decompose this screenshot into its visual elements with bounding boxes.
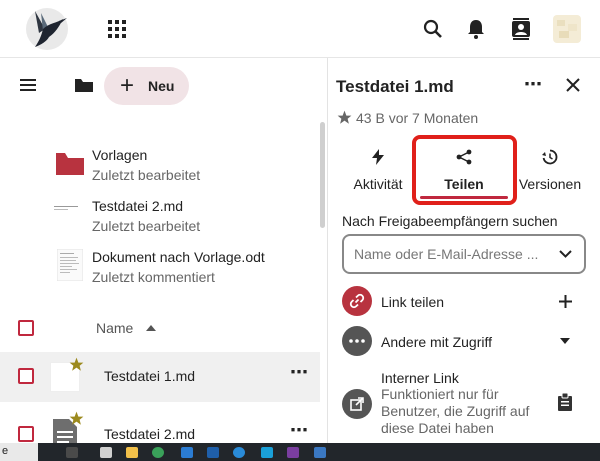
file-actions-icon[interactable]: ⋯ — [290, 420, 309, 441]
star-icon[interactable] — [68, 410, 84, 426]
row-checkbox[interactable] — [18, 426, 34, 442]
history-icon — [541, 148, 559, 166]
tab-versions[interactable]: Versionen — [510, 144, 590, 204]
template-subtitle: Zuletzt bearbeitet — [92, 218, 201, 234]
template-name[interactable]: Vorlagen — [92, 147, 147, 163]
taskbar-search-text: e — [2, 445, 9, 457]
plus-icon: + — [120, 72, 135, 99]
internal-link-description: diese Datei haben — [381, 420, 494, 436]
outlook-taskbar-icon[interactable] — [207, 447, 219, 458]
hummingbird-logo-icon[interactable] — [24, 6, 70, 52]
sort-ascending-icon[interactable] — [146, 324, 156, 332]
app-taskbar-icon[interactable] — [314, 447, 326, 458]
share-search-label: Nach Freigabeempfängern suchen — [342, 213, 558, 229]
template-name[interactable]: Dokument nach Vorlage.odt — [92, 249, 265, 265]
highlight-box — [412, 135, 517, 205]
templates-folder-icon — [56, 152, 84, 176]
browser-taskbar-icon[interactable] — [152, 447, 164, 458]
others-with-access-label[interactable]: Andere mit Zugriff — [381, 334, 492, 350]
file-name[interactable]: Testdatei 2.md — [104, 426, 195, 442]
select-all-checkbox[interactable] — [18, 320, 34, 336]
name-column-header[interactable]: Name — [96, 320, 133, 336]
close-icon[interactable] — [564, 76, 582, 94]
internal-link-description: Funktioniert nur für — [381, 386, 499, 402]
caret-down-icon[interactable] — [560, 338, 570, 344]
table-row[interactable]: Testdatei 2.md ⋯ — [0, 404, 320, 443]
bell-icon[interactable] — [465, 18, 487, 40]
template-name[interactable]: Testdatei 2.md — [92, 198, 183, 214]
file-meta: 43 B vor 7 Monaten — [356, 110, 479, 126]
folder-icon[interactable] — [74, 76, 94, 94]
hamburger-menu-icon[interactable] — [18, 76, 38, 94]
scrollbar[interactable] — [320, 122, 325, 228]
text-file-icon — [52, 198, 84, 222]
new-button-label: Neu — [148, 78, 175, 94]
internal-link-description: Benutzer, die Zugriff auf — [381, 403, 530, 419]
template-subtitle: Zuletzt kommentiert — [92, 269, 215, 285]
share-search-field[interactable] — [342, 234, 586, 274]
chevron-down-icon[interactable] — [558, 248, 572, 260]
apps-grid-icon[interactable] — [106, 18, 128, 40]
tab-label: Aktivität — [353, 176, 403, 192]
link-icon — [342, 286, 372, 316]
search-icon[interactable] — [422, 18, 444, 40]
new-button[interactable]: + Neu — [104, 67, 189, 105]
onenote-taskbar-icon[interactable] — [287, 447, 299, 458]
taskbar-app-icon[interactable] — [100, 447, 112, 458]
file-name[interactable]: Testdatei 1.md — [104, 368, 195, 384]
table-row[interactable]: Testdatei 1.md ⋯ — [0, 352, 320, 402]
details-sidebar: Testdatei 1.md ⋯ 43 B vor 7 Monaten Akti… — [328, 58, 600, 443]
template-subtitle: Zuletzt bearbeitet — [92, 167, 201, 183]
taskbar-app-icon[interactable] — [66, 447, 78, 458]
app-header — [0, 0, 600, 58]
tab-activity[interactable]: Aktivität — [338, 144, 418, 204]
skype-taskbar-icon[interactable] — [261, 447, 273, 458]
row-checkbox[interactable] — [18, 368, 34, 384]
more-dots-icon — [342, 326, 372, 356]
copy-to-clipboard-icon[interactable] — [556, 392, 574, 412]
file-actions-icon[interactable]: ⋯ — [290, 362, 309, 383]
share-search-input[interactable] — [354, 244, 549, 264]
taskbar-search-box[interactable]: e — [0, 443, 38, 461]
favorite-star-icon[interactable] — [336, 109, 352, 125]
sidebar-menu-icon[interactable]: ⋯ — [524, 74, 543, 95]
sidebar-file-title: Testdatei 1.md — [336, 77, 454, 96]
star-icon[interactable] — [68, 356, 84, 372]
folder-taskbar-icon[interactable] — [126, 447, 138, 458]
app-taskbar-icon[interactable] — [181, 447, 193, 458]
share-link-label[interactable]: Link teilen — [381, 294, 444, 310]
user-avatar-icon[interactable] — [553, 15, 581, 43]
document-icon — [56, 248, 84, 282]
files-panel: + Neu Vorlagen Zuletzt bearbeitet Testda… — [0, 58, 328, 443]
lightning-icon — [370, 148, 386, 166]
internal-link-title: Interner Link — [381, 370, 459, 386]
add-link-icon[interactable] — [558, 294, 572, 308]
external-link-icon — [342, 389, 372, 419]
os-taskbar: e — [0, 443, 600, 461]
contacts-icon[interactable] — [509, 17, 533, 41]
tab-label: Versionen — [518, 176, 582, 192]
edge-taskbar-icon[interactable] — [233, 447, 245, 458]
